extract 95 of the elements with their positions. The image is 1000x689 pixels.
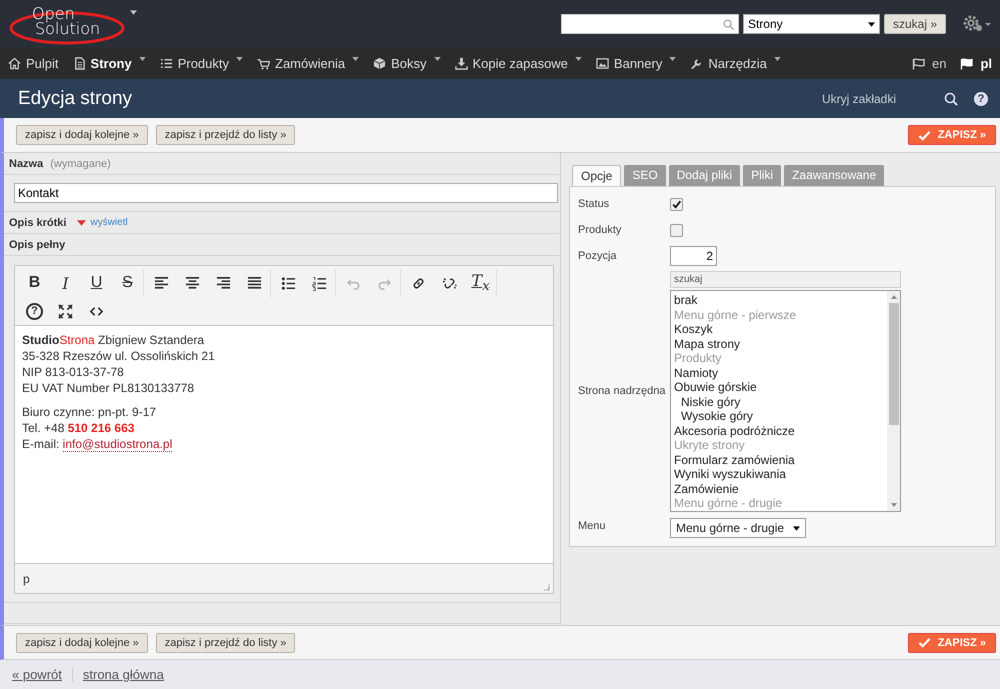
list-option[interactable]: Akcesoria podróżnicze (671, 424, 887, 438)
list-option[interactable]: Wysokie góry (671, 409, 887, 424)
option-label: Status (578, 198, 610, 210)
image-icon (596, 57, 609, 70)
scrollbar[interactable] (887, 291, 900, 511)
list-option[interactable]: brak (671, 293, 887, 308)
caret-icon (236, 56, 244, 60)
caret-icon[interactable] (77, 220, 86, 226)
page-icon (72, 57, 86, 70)
nav-item[interactable]: Produkty (160, 56, 244, 71)
nav-item[interactable]: Boksy (373, 56, 441, 71)
scroll-down-icon[interactable] (890, 503, 896, 507)
caret-icon (868, 22, 875, 26)
scope-select[interactable]: Strony (742, 14, 880, 34)
resize-grip-icon[interactable] (542, 583, 550, 591)
field-label: Nazwa (9, 158, 44, 170)
flag-icon (912, 58, 926, 70)
cube-icon (373, 57, 386, 70)
format-button[interactable]: U (81, 270, 112, 296)
field-label: Opis pełny (9, 238, 66, 250)
format-button[interactable]: ? (19, 298, 50, 324)
option-label: Pozycja (578, 250, 618, 262)
caret-icon (138, 56, 146, 60)
format-button[interactable]: T$_{x}$ (465, 270, 496, 296)
check-icon (918, 130, 931, 140)
flag-icon (960, 58, 974, 70)
option-label: Strona nadrzędna (578, 384, 666, 396)
list-option[interactable]: Namioty (671, 366, 887, 380)
caret-icon (574, 56, 582, 60)
check-icon (918, 637, 931, 648)
help-button[interactable]: ? (974, 92, 988, 106)
page-title: Edycja strony (18, 88, 132, 110)
action-button[interactable]: zapisz i dodaj kolejne » (16, 632, 148, 652)
logo-text: Solution (35, 21, 100, 37)
search-icon (722, 18, 734, 30)
nav-item[interactable]: Bannery (596, 56, 676, 71)
nav-item[interactable]: Strony (72, 56, 146, 71)
list-option[interactable]: Koszyk (671, 322, 887, 336)
caret-icon[interactable] (130, 10, 137, 14)
editor-text-line: NIP 813-013-37-78 (22, 364, 124, 380)
action-button[interactable]: zapisz i dodaj kolejne » (16, 125, 148, 145)
editor-text-line: Tel. +48 510 216 663 (22, 420, 134, 436)
list-option[interactable]: Formularz zamówienia (671, 452, 887, 467)
format-button[interactable]: S (112, 270, 143, 296)
search-field[interactable] (560, 14, 739, 34)
menu-select[interactable]: Menu górne - drugie (670, 518, 806, 538)
caret-icon (352, 56, 360, 60)
field-label: Opis krótki (9, 216, 66, 228)
editor-text-line: E-mail: info@studiostrona.pl (22, 436, 172, 452)
list-option[interactable]: Zamówienie (671, 482, 887, 496)
editor-text-line: Biuro czynne: pn-pt. 9-17 (22, 404, 156, 420)
element-path: p (23, 572, 30, 586)
caret-icon (669, 56, 676, 60)
list-option[interactable]: Mapa strony (671, 336, 887, 351)
caret-icon (434, 56, 441, 60)
nav-item[interactable]: Zamówienia (257, 56, 360, 71)
search-icon[interactable] (944, 92, 958, 106)
editor-text-line: StudioStrona Zbigniew Sztandera (22, 332, 204, 348)
option-label: Produkty (578, 224, 622, 236)
name-field[interactable]: Kontakt (14, 183, 558, 203)
list-option[interactable]: Obuwie górskie (671, 380, 887, 394)
download-icon (454, 57, 468, 70)
caret-icon (774, 56, 781, 60)
language-option[interactable]: pl (960, 56, 992, 71)
editor-text-line: EU VAT Number PL8130133778 (22, 380, 194, 396)
footer-link[interactable]: « powrót (12, 667, 62, 682)
action-button[interactable]: zapisz i przejdź do listy » (156, 125, 296, 145)
products-checkbox[interactable] (670, 224, 683, 236)
field-hint: (wymagane) (50, 158, 111, 170)
list-option[interactable]: Niskie góry (671, 394, 887, 409)
search-button[interactable]: szukaj » (884, 14, 946, 34)
status-checkbox[interactable] (670, 198, 683, 210)
email-link[interactable]: info@studiostrona.pl (62, 437, 172, 452)
home-icon (8, 57, 21, 70)
list-icon (160, 57, 173, 70)
settings-icon[interactable] (962, 14, 992, 34)
option-label: Menu (578, 520, 607, 532)
list-option[interactable]: Wyniki wyszukiwania (671, 467, 887, 482)
position-field[interactable]: 2 (670, 246, 717, 266)
action-button[interactable]: zapisz i przejdź do listy » (156, 632, 296, 652)
nav-item[interactable]: Pulpit (8, 56, 59, 71)
format-button[interactable]: I (50, 270, 81, 296)
wrench-icon (690, 57, 704, 70)
nav-item[interactable]: Kopie zapasowe (454, 56, 582, 71)
nav-item[interactable]: Narzędzia (690, 56, 781, 71)
cart-icon (257, 57, 270, 70)
tab[interactable]: Opcje (572, 165, 622, 186)
language-option[interactable]: en (912, 56, 946, 71)
hide-tabs-link[interactable]: Ukryj zakładki (822, 92, 896, 106)
format-button[interactable]: B (19, 270, 50, 296)
caret-icon (793, 526, 800, 530)
editor-text-line: 35-328 Rzeszów ul. Ossolińskich 21 (22, 348, 215, 364)
footer-link[interactable]: strona główna (82, 667, 164, 682)
scroll-up-icon[interactable] (890, 295, 896, 299)
filter-field[interactable]: szukaj (670, 271, 901, 288)
